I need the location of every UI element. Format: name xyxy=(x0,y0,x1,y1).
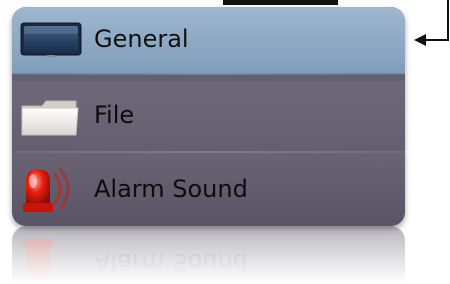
menu-item-label: General xyxy=(94,25,189,53)
siren-icon xyxy=(20,232,80,284)
folder-icon xyxy=(20,98,80,142)
menu-item-label: File xyxy=(94,101,135,129)
menu-reflection: Alarm Sound xyxy=(12,226,405,284)
settings-menu: General File Alarm Sound xyxy=(12,7,405,226)
monitor-icon xyxy=(20,22,82,62)
screenshot-stage: General File Alarm Sound Alarm Sound xyxy=(0,0,450,284)
menu-item-label: Alarm Sound xyxy=(94,175,248,203)
pointer-arrow-icon xyxy=(414,0,449,46)
siren-icon xyxy=(20,165,80,219)
reflection-label: Alarm Sound xyxy=(94,248,248,276)
menu-item-alarm-sound[interactable]: Alarm Sound xyxy=(12,153,405,226)
menu-item-file[interactable]: File xyxy=(12,81,405,153)
menu-item-general[interactable]: General xyxy=(12,7,405,74)
top-bar-fragment xyxy=(223,0,338,5)
menu-divider xyxy=(12,73,405,75)
